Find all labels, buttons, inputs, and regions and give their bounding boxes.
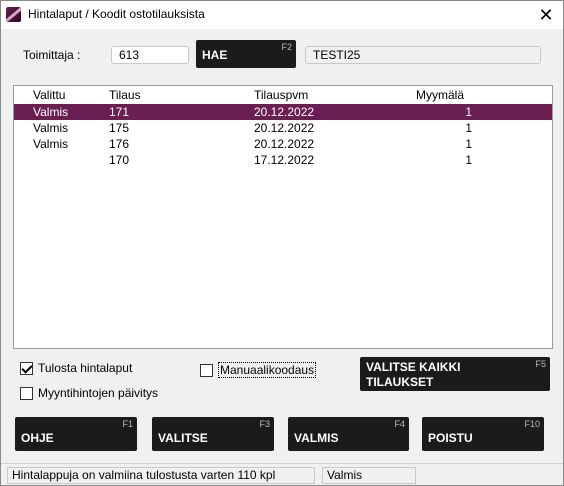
exit-button-label: POISTU [428,431,473,445]
cell-tilaus: 176 [109,137,130,151]
search-button-fkey: F2 [281,42,292,52]
select-all-orders-button[interactable]: VALITSE KAIKKI TILAUKSET F5 [360,357,550,391]
print-labels-label: Tulosta hintalaput [38,361,133,375]
done-button[interactable]: VALMIS F4 [288,417,409,451]
select-button[interactable]: VALITSE F3 [152,417,274,451]
exit-button-fkey: F10 [524,419,540,429]
column-header-myymala: Myymälä [416,88,465,102]
app-logo-icon [6,7,21,22]
title-bar[interactable]: Hintalaput / Koodit ostotilauksista ✕ [1,1,563,29]
cell-valittu: Valmis [33,105,69,119]
cell-tilauspvm: 17.12.2022 [254,153,315,167]
cell-valittu: Valmis [33,137,69,151]
search-button-label: HAE [202,48,228,62]
cell-tilauspvm: 20.12.2022 [254,121,315,135]
cell-tilauspvm: 20.12.2022 [254,137,315,151]
supplier-name-field: TESTI25 [305,46,541,64]
list-row[interactable]: Valmis 176 20.12.2022 1 [14,136,552,152]
checkbox-unchecked-icon[interactable] [200,363,213,377]
select-all-line2: TILAUKSET [366,375,434,389]
main-window: Hintalaput / Koodit ostotilauksista ✕ To… [0,0,564,486]
manual-coding-checkbox[interactable]: Manuaalikoodaus [200,362,317,378]
cell-myymala: 1 [465,137,472,151]
cell-valittu: Valmis [33,121,69,135]
checkbox-unchecked-icon[interactable] [20,386,33,400]
cell-tilauspvm: 20.12.2022 [254,105,315,119]
window-title: Hintalaput / Koodit ostotilauksista [28,7,205,21]
manual-coding-label: Manuaalikoodaus [218,362,317,378]
help-button-fkey: F1 [122,419,133,429]
select-all-line1: VALITSE KAIKKI [366,360,461,374]
done-button-label: VALMIS [294,431,339,445]
orders-list[interactable]: Valittu Tilaus Tilauspvm Myymälä Valmis … [13,85,553,349]
cell-myymala: 1 [465,105,472,119]
close-icon[interactable]: ✕ [529,1,563,29]
status-state: Valmis [322,467,416,484]
cell-myymala: 1 [465,121,472,135]
select-button-fkey: F3 [259,419,270,429]
exit-button[interactable]: POISTU F10 [422,417,544,451]
update-prices-checkbox[interactable]: Myyntihintojen päivitys [20,386,158,400]
status-bar: Hintalappuja on valmiina tulostusta vart… [1,463,563,485]
list-header: Valittu Tilaus Tilauspvm Myymälä [14,87,552,103]
print-labels-checkbox[interactable]: Tulosta hintalaput [20,361,132,375]
cell-tilaus: 171 [109,105,130,119]
supplier-label: Toimittaja : [23,48,81,62]
cell-myymala: 1 [465,153,472,167]
done-button-fkey: F4 [394,419,405,429]
supplier-code-input[interactable]: 613 [111,46,189,64]
update-prices-label: Myyntihintojen päivitys [38,386,159,400]
checkbox-checked-icon[interactable] [20,361,33,375]
cell-tilaus: 170 [109,153,130,167]
column-header-valittu: Valittu [33,88,66,102]
search-button[interactable]: HAE F2 [196,40,296,68]
cell-tilaus: 175 [109,121,130,135]
list-row[interactable]: Valmis 175 20.12.2022 1 [14,120,552,136]
help-button[interactable]: OHJE F1 [15,417,137,451]
column-header-tilauspvm: Tilauspvm [254,88,309,102]
list-row[interactable]: 170 17.12.2022 1 [14,152,552,168]
status-message: Hintalappuja on valmiina tulostusta vart… [7,467,315,484]
column-header-tilaus: Tilaus [109,88,141,102]
select-button-label: VALITSE [158,431,208,445]
list-row[interactable]: Valmis 171 20.12.2022 1 [14,104,552,120]
help-button-label: OHJE [21,431,54,445]
select-all-fkey: F5 [535,359,546,369]
